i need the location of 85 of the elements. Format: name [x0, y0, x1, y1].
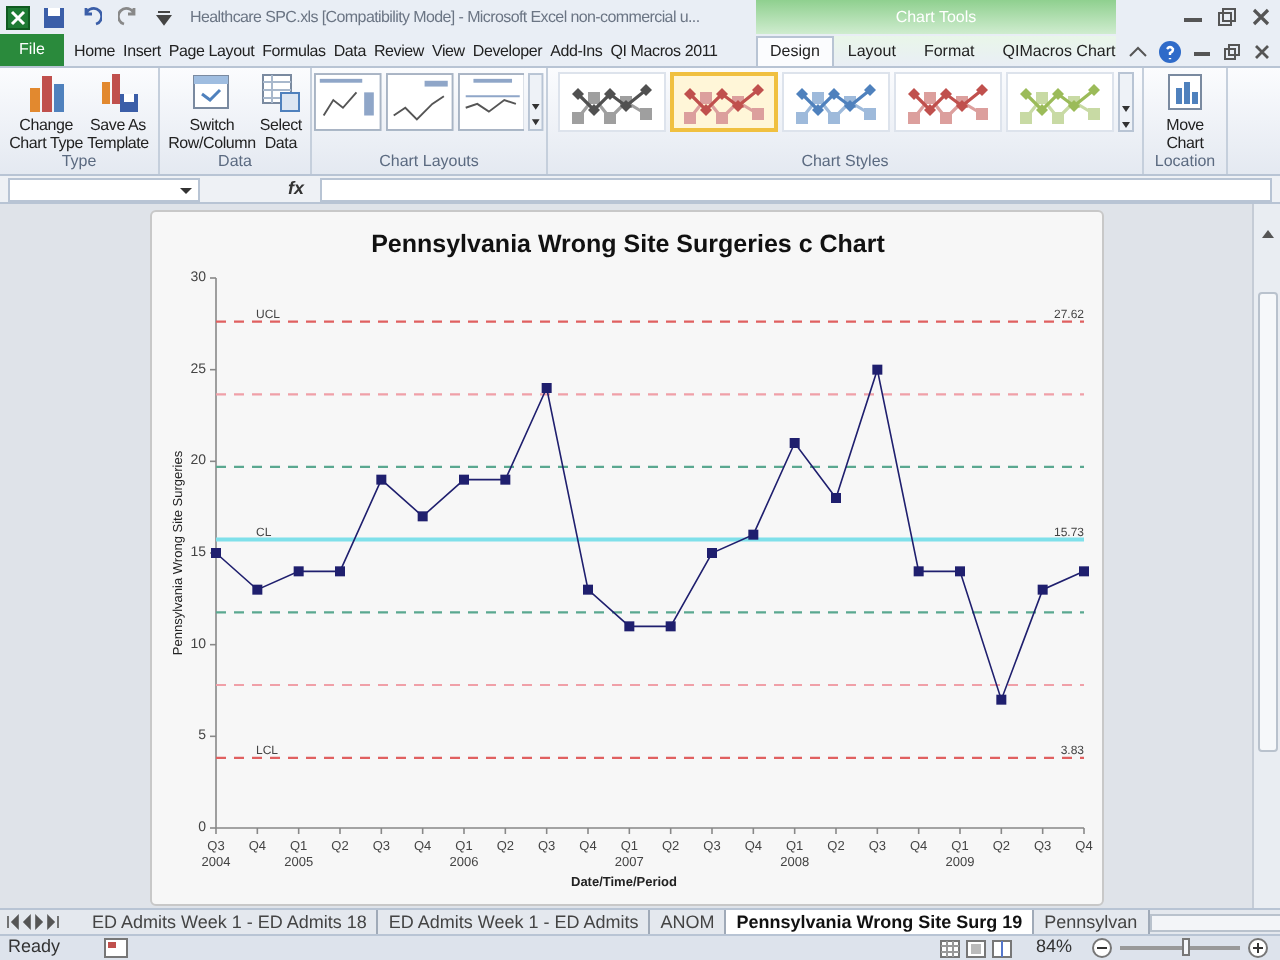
insert-function-button[interactable]: fx: [288, 175, 305, 203]
group-label: Location: [1152, 152, 1218, 172]
normal-view-icon[interactable]: [939, 939, 960, 957]
zoom-out-icon[interactable]: [1092, 938, 1112, 958]
horizontal-scrollbar[interactable]: [1149, 913, 1280, 931]
close-icon[interactable]: [1250, 6, 1272, 28]
group-label: Type: [59, 152, 99, 172]
ribbon-tab[interactable]: Developer: [468, 36, 547, 66]
zoom-slider-thumb[interactable]: [1181, 938, 1190, 956]
data-table-icon: [259, 72, 302, 114]
gallery-scroll-icon[interactable]: [528, 72, 545, 132]
ribbon-tab[interactable]: Design: [756, 36, 834, 66]
restore-icon[interactable]: [1216, 6, 1238, 28]
macro-recording-icon[interactable]: [104, 938, 129, 958]
data-point: [459, 474, 469, 485]
ribbon-tab[interactable]: QIMacros Chart: [988, 36, 1130, 66]
bar-chart-icon: [25, 72, 68, 114]
data-point: [541, 383, 552, 393]
ribbon-tab[interactable]: Home: [70, 36, 120, 66]
ribbon-tab[interactable]: Layout: [833, 36, 910, 66]
data-point: [707, 548, 717, 558]
ribbon-tab[interactable]: Add-Ins: [546, 36, 607, 66]
data-point: [252, 584, 263, 595]
chart-save-icon: [97, 72, 139, 114]
data-point: [1079, 566, 1089, 577]
ribbon-tab[interactable]: Page Layout: [164, 36, 259, 66]
ribbon-tab[interactable]: View: [427, 36, 469, 66]
chart-title: Pennsylvania Wrong Site Surgeries c Chart: [371, 230, 885, 258]
ribbon-button[interactable]: Select Data: [259, 72, 302, 152]
window-title: Healthcare SPC.xls [Compatibility Mode] - Microsoft Excel non-commercial u...: [190, 5, 700, 29]
vertical-scrollbar[interactable]: [1252, 204, 1280, 908]
data-point: [996, 694, 1007, 705]
chart-layout-thumbnail[interactable]: [457, 72, 525, 132]
data-point: [335, 566, 345, 577]
chart-layout-thumbnail[interactable]: [385, 72, 454, 132]
ribbon-tab[interactable]: Review: [369, 36, 428, 66]
context-tab-group-label: Chart Tools: [895, 5, 977, 29]
sheet-tab[interactable]: Pennsylvania Wrong Site Surg 19: [726, 910, 1035, 934]
save-icon[interactable]: [42, 5, 66, 29]
page-break-icon[interactable]: [991, 939, 1012, 957]
zoom-in-icon[interactable]: [1248, 938, 1268, 958]
ribbon-button[interactable]: Switch Row/Column: [168, 72, 256, 152]
ribbon-tab[interactable]: Data: [329, 36, 370, 66]
data-point: [376, 474, 387, 485]
ribbon-tab[interactable]: Format: [909, 36, 989, 66]
ribbon-tab[interactable]: Insert: [119, 36, 165, 66]
data-point: [789, 438, 800, 448]
collapse-ribbon-icon[interactable]: [1128, 41, 1148, 61]
data-point: [665, 621, 676, 632]
scroll-up-icon[interactable]: [1259, 228, 1275, 240]
data-point: [913, 566, 924, 577]
file-tab[interactable]: File: [0, 34, 64, 66]
data-point: [872, 364, 883, 375]
ribbon-button[interactable]: Save As Template: [87, 72, 149, 152]
ribbon-tab[interactable]: Formulas: [258, 36, 330, 66]
ribbon-tab[interactable]: QI Macros 2011: [606, 36, 722, 66]
data-point: [955, 566, 965, 577]
status-text: Ready: [8, 934, 61, 960]
data-point: [624, 621, 635, 632]
data-point: [583, 584, 593, 595]
data-point: [831, 493, 841, 503]
dropdown-arrow-icon[interactable]: [178, 183, 194, 195]
data-point: [417, 511, 428, 522]
chart-icon: [1164, 72, 1206, 114]
formula-input[interactable]: [320, 177, 1272, 201]
excel-logo-icon[interactable]: [6, 5, 30, 29]
data-point: [1037, 584, 1048, 595]
ribbon-button[interactable]: Change Chart Type: [9, 72, 84, 152]
data-point: [211, 548, 221, 558]
group-label: Data: [216, 152, 254, 172]
help-icon[interactable]: [1158, 39, 1182, 63]
zoom-level: 84%: [1035, 934, 1072, 960]
close-icon[interactable]: [1252, 41, 1272, 61]
data-point: [293, 566, 304, 577]
customize-toolbar-icon[interactable]: [154, 5, 174, 29]
gallery-scroll-icon[interactable]: [1117, 72, 1133, 132]
sheet-navigation-icon[interactable]: [6, 912, 62, 932]
page-layout-icon[interactable]: [965, 939, 986, 957]
restore-icon[interactable]: [1222, 41, 1242, 61]
chart-layout-thumbnail[interactable]: [314, 72, 382, 132]
group-label: Chart Layouts: [377, 152, 481, 172]
ribbon-button[interactable]: Move Chart: [1164, 72, 1206, 152]
data-point: [500, 474, 511, 485]
group-label: Chart Styles: [799, 152, 891, 172]
data-point: [748, 529, 759, 540]
